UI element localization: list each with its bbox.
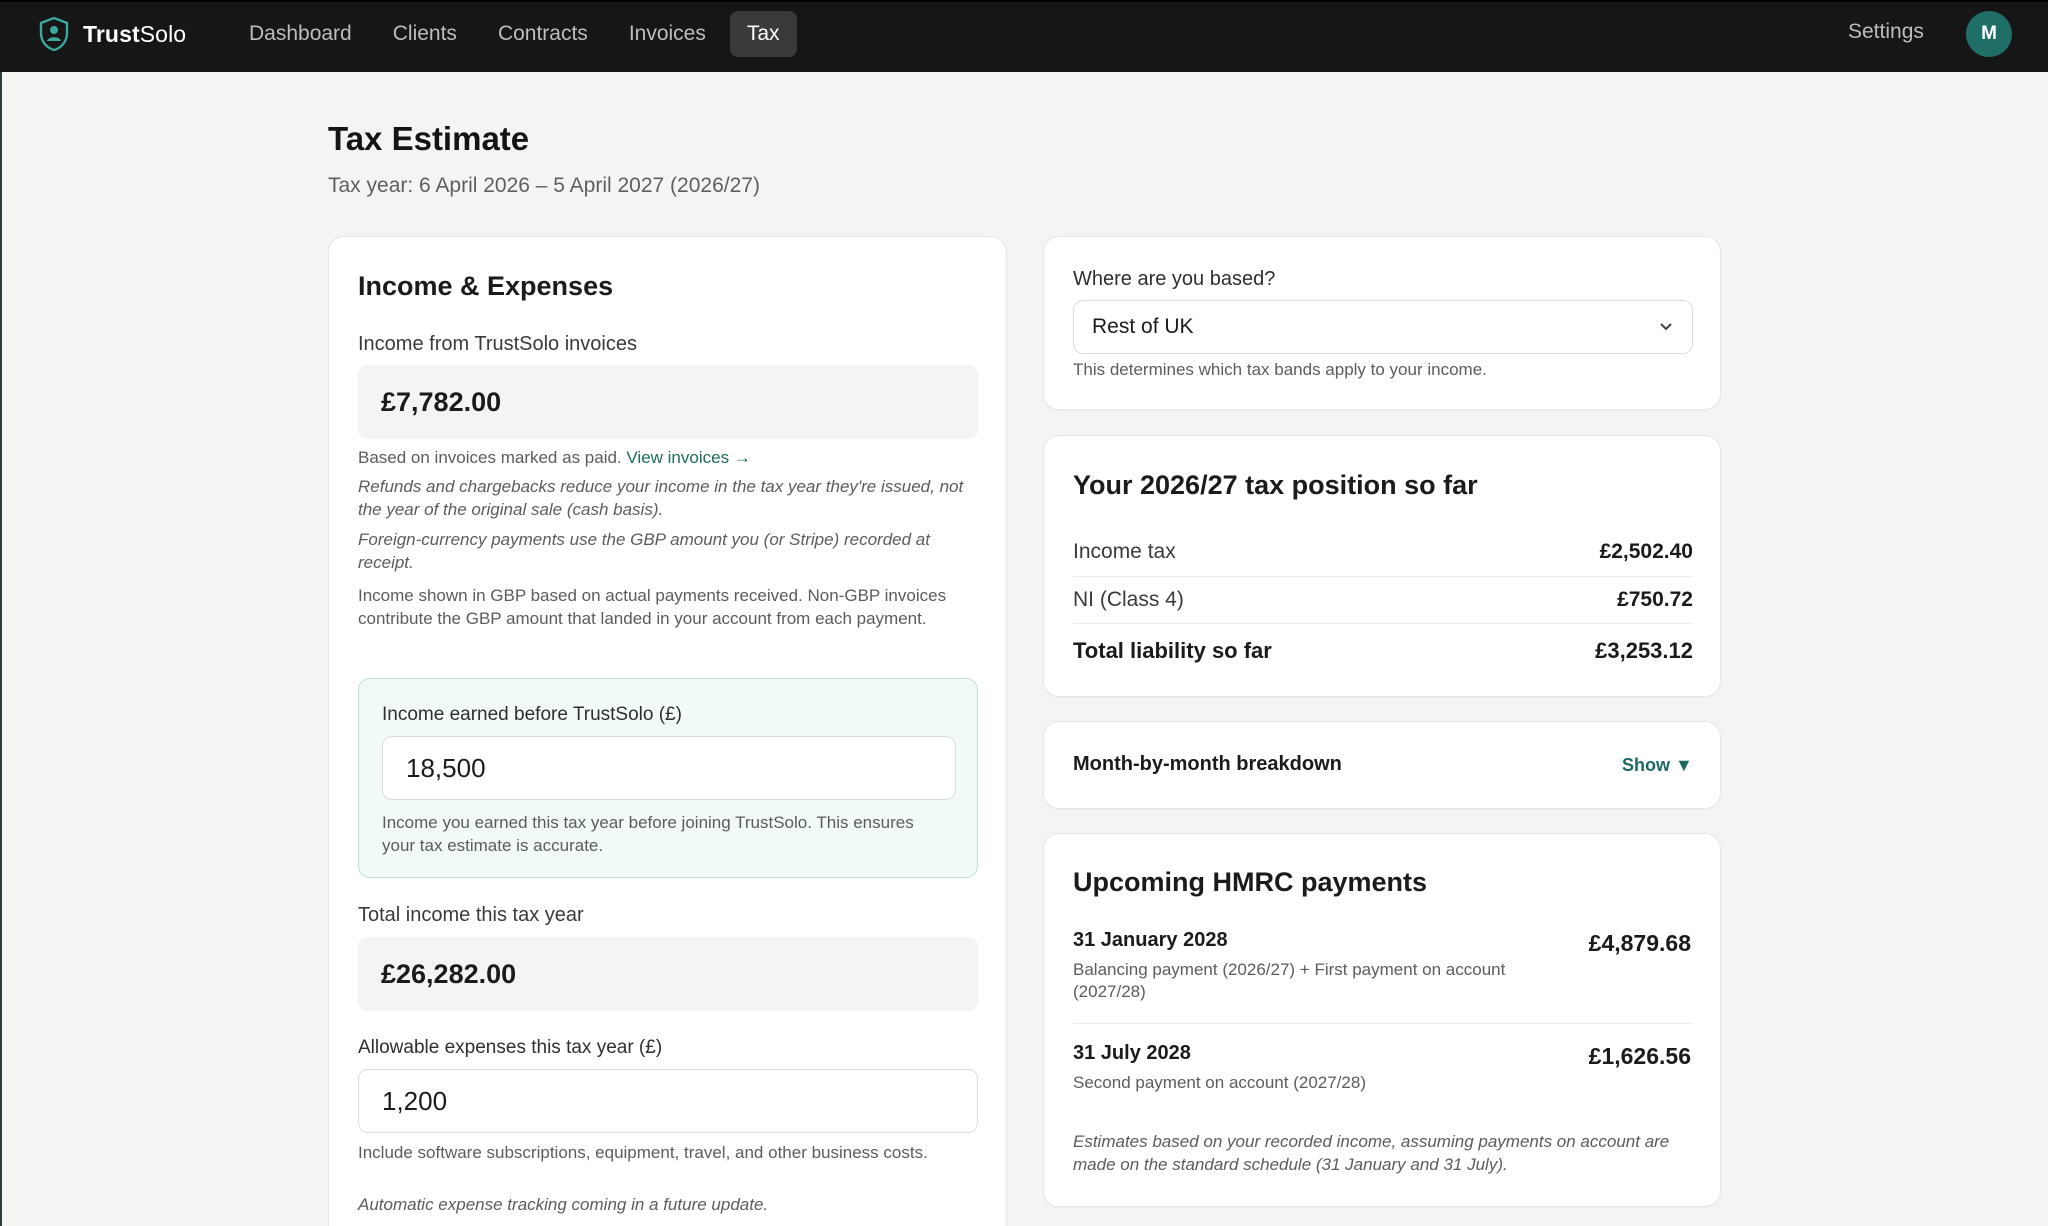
brand-name: TrustSolo (83, 20, 187, 47)
expenses-help: Include software subscriptions, equipmen… (358, 1143, 928, 1162)
payment-amount: £4,879.68 (1588, 930, 1691, 956)
total-liability-row: Total liability so far £3,253.12 (1073, 638, 1693, 664)
tax-position-heading: Your 2026/27 tax position so far (1073, 470, 1478, 500)
chevron-down-icon (1658, 301, 1674, 373)
location-help: This determines which tax bands apply to… (1073, 360, 1487, 379)
shield-logo-icon (39, 16, 69, 52)
page-title: Tax Estimate (328, 120, 530, 157)
payment-description: Second payment on account (2027/28) (1073, 1073, 1366, 1092)
avatar[interactable]: M (1966, 11, 2012, 57)
total-income-label: Total income this tax year (358, 904, 584, 926)
total-liability-label: Total liability so far (1073, 638, 1272, 663)
prior-income-panel: Income earned before TrustSolo (£) 18,50… (358, 678, 978, 878)
total-liability-value: £3,253.12 (1595, 638, 1693, 663)
payment-description: Balancing payment (2026/27) + First paym… (1073, 960, 1506, 1001)
top-navbar: TrustSolo Dashboard Clients Contracts In… (0, 0, 2048, 72)
prior-income-help: Income you earned this tax year before j… (382, 813, 914, 855)
monthly-breakdown-card[interactable]: Month-by-month breakdown Show ▼ (1043, 721, 1721, 809)
location-card: Where are you based? Rest of UK This det… (1043, 236, 1721, 410)
total-income-value: £26,282.00 (358, 937, 978, 1011)
income-tax-row: Income tax £2,502.40 (1073, 540, 1693, 564)
expenses-input[interactable]: 1,200 (358, 1069, 978, 1133)
nav-clients[interactable]: Clients (376, 11, 474, 57)
expenses-label: Allowable expenses this tax year (£) (358, 1037, 663, 1058)
main-nav: Dashboard Clients Contracts Invoices Tax (232, 11, 804, 57)
divider (1073, 1023, 1693, 1024)
tax-position-card: Your 2026/27 tax position so far Income … (1043, 435, 1721, 697)
ni-value: £750.72 (1617, 588, 1693, 611)
nav-settings[interactable]: Settings (1848, 20, 1924, 44)
location-selected-value: Rest of UK (1092, 315, 1194, 338)
window-edge (0, 72, 2, 1226)
income-tax-value: £2,502.40 (1599, 540, 1693, 563)
ni-row: NI (Class 4) £750.72 (1073, 588, 1693, 612)
trustsolo-income-label: Income from TrustSolo invoices (358, 333, 637, 355)
tax-year-subtitle: Tax year: 6 April 2026 – 5 April 2027 (2… (328, 174, 760, 197)
nav-invoices[interactable]: Invoices (612, 11, 723, 57)
prior-income-input[interactable]: 18,500 (382, 736, 956, 800)
hmrc-payments-heading: Upcoming HMRC payments (1073, 867, 1428, 897)
divider (1073, 576, 1693, 577)
hmrc-payments-card: Upcoming HMRC payments 31 January 2028 B… (1043, 833, 1721, 1207)
prior-income-label: Income earned before TrustSolo (£) (382, 704, 682, 725)
monthly-breakdown-label: Month-by-month breakdown (1073, 753, 1342, 775)
income-expenses-card: Income & Expenses Income from TrustSolo … (328, 236, 1007, 1226)
location-select[interactable]: Rest of UK (1073, 300, 1693, 354)
brand[interactable]: TrustSolo (38, 16, 186, 52)
refunds-note: Refunds and chargebacks reduce your inco… (358, 477, 964, 519)
divider (1073, 623, 1693, 624)
based-on-text: Based on invoices marked as paid. (358, 448, 622, 467)
payments-footnote: Estimates based on your recorded income,… (1073, 1132, 1670, 1174)
fx-note: Foreign-currency payments use the GBP am… (358, 530, 930, 572)
view-invoices-link[interactable]: View invoices → (626, 448, 750, 467)
payment-date: 31 July 2028 (1073, 1042, 1191, 1064)
payment-date: 31 January 2028 (1073, 929, 1228, 951)
nav-contracts[interactable]: Contracts (481, 11, 605, 57)
ni-label: NI (Class 4) (1073, 588, 1184, 611)
nav-dashboard[interactable]: Dashboard (232, 11, 369, 57)
location-label: Where are you based? (1073, 268, 1276, 290)
based-on-note: Based on invoices marked as paid. View i… (358, 446, 988, 469)
income-expenses-heading: Income & Expenses (358, 271, 614, 301)
expenses-future-note: Automatic expense tracking coming in a f… (358, 1195, 769, 1214)
gbp-note: Income shown in GBP based on actual paym… (358, 586, 947, 628)
income-tax-label: Income tax (1073, 540, 1176, 563)
nav-tax[interactable]: Tax (729, 11, 797, 57)
payment-amount: £1,626.56 (1588, 1043, 1691, 1069)
show-breakdown-toggle[interactable]: Show ▼ (1622, 755, 1693, 776)
trustsolo-income-value: £7,782.00 (358, 365, 978, 439)
